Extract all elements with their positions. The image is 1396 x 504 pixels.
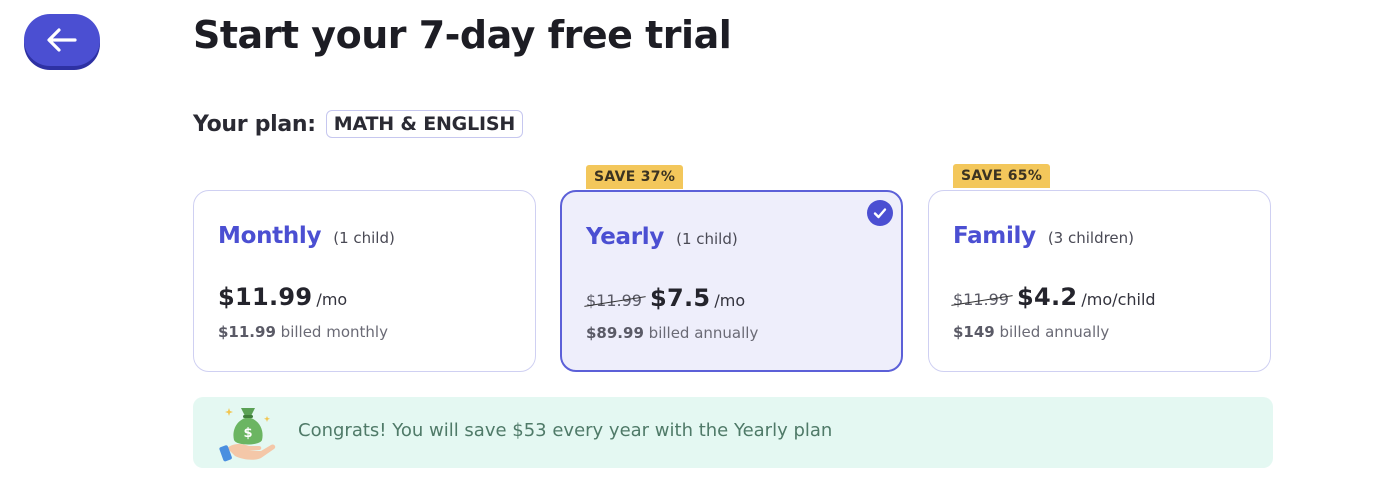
price-unit: /mo/child (1081, 290, 1156, 309)
price-unit: /mo (714, 291, 746, 310)
plan-label: Your plan: (193, 111, 316, 137)
billed-amount: $89.99 (586, 324, 644, 342)
old-price: $11.99 (953, 290, 1009, 309)
plan-card-yearly[interactable]: SAVE 37% Yearly (1 child) $11.99 $7.5 /m… (560, 165, 903, 372)
plan-card-family[interactable]: SAVE 65% Family (3 children) $11.99 $4.2… (928, 164, 1271, 372)
price-row: $11.99 $4.2 /mo/child (953, 283, 1156, 311)
trial-page: Start your 7-day free trial Your plan: M… (0, 0, 1396, 504)
billed-amount: $11.99 (218, 323, 276, 341)
plan-name: Yearly (586, 224, 665, 250)
card-header: Monthly (1 child) (218, 223, 395, 249)
price-row: $11.99 /mo (218, 283, 347, 311)
plan-children: (1 child) (333, 229, 395, 247)
price: $11.99 (218, 283, 313, 311)
save-badge: SAVE 65% (953, 164, 1051, 188)
billed-amount: $149 (953, 323, 995, 341)
svg-text:$: $ (243, 426, 252, 441)
old-price: $11.99 (586, 291, 642, 310)
price-unit: /mo (316, 290, 348, 309)
save-badge: SAVE 37% (586, 165, 684, 189)
billed-text: billed annually (648, 324, 759, 342)
billed-text: billed monthly (280, 323, 388, 341)
price: $7.5 (649, 284, 711, 312)
arrow-left-icon (45, 27, 79, 53)
billing-note: $11.99 billed monthly (218, 323, 388, 341)
money-bag-hand-icon: $ (217, 402, 279, 468)
back-button[interactable] (24, 14, 100, 66)
billing-note: $89.99 billed annually (586, 324, 758, 342)
check-circle-icon (867, 200, 893, 226)
savings-message: Congrats! You will save $53 every year w… (298, 420, 833, 441)
billed-text: billed annually (999, 323, 1110, 341)
page-title: Start your 7-day free trial (193, 13, 732, 57)
plan-name: Monthly (218, 223, 322, 249)
plan-children: (3 children) (1047, 229, 1135, 247)
billing-note: $149 billed annually (953, 323, 1109, 341)
price-row: $11.99 $7.5 /mo (586, 284, 745, 312)
card-header: Family (3 children) (953, 223, 1134, 249)
plan-chip[interactable]: MATH & ENGLISH (325, 110, 524, 138)
card-header: Yearly (1 child) (586, 224, 738, 250)
savings-banner: $ Congrats! You will save $53 every year… (193, 397, 1273, 468)
plan-row: Your plan: MATH & ENGLISH (193, 110, 524, 138)
plan-name: Family (953, 223, 1036, 249)
plan-children: (1 child) (676, 230, 738, 248)
price: $4.2 (1016, 283, 1078, 311)
plan-card-monthly[interactable]: Monthly (1 child) $11.99 /mo $11.99 bill… (193, 190, 536, 372)
